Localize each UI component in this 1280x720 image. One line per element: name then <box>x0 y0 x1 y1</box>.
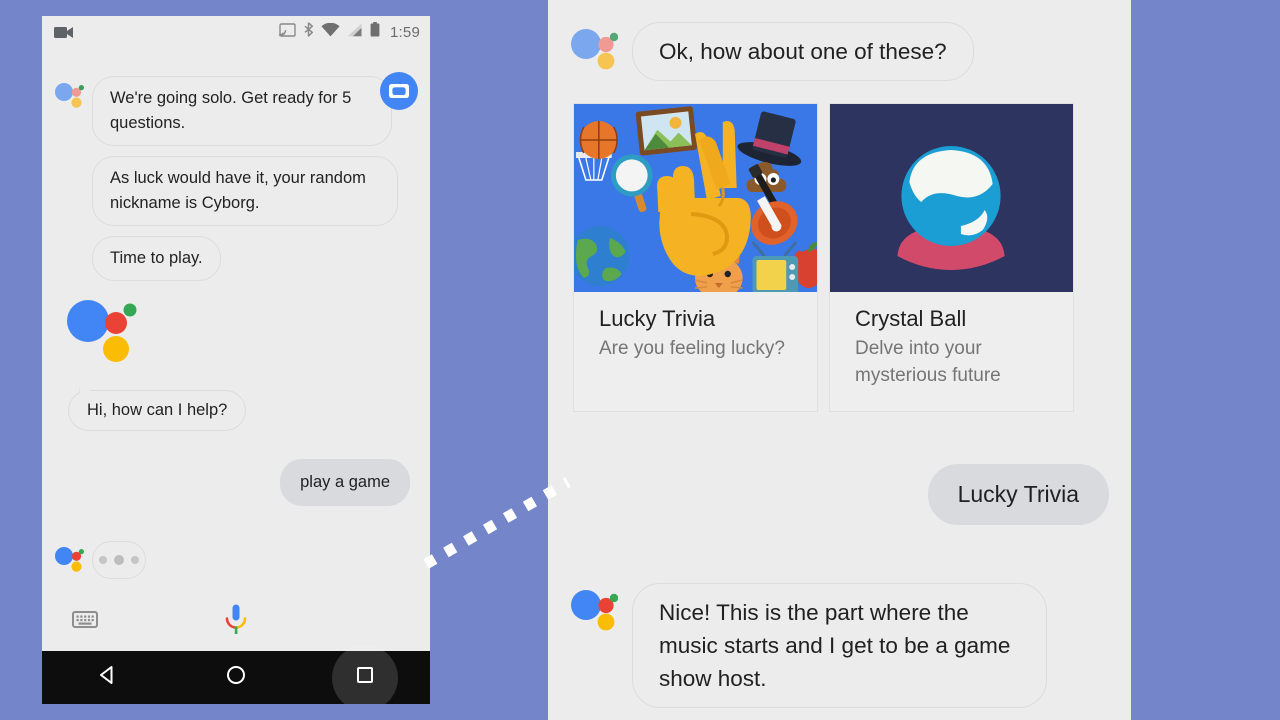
message-row: Ok, how about one of these? <box>548 22 1131 81</box>
message-row: Time to play. <box>54 236 418 281</box>
typing-dot <box>131 555 139 564</box>
android-nav-bar <box>42 651 430 704</box>
card-body: Crystal Ball Delve into your mysterious … <box>830 292 1073 411</box>
lucky-trivia-crossed-fingers-image <box>574 104 817 292</box>
dashed-connector <box>423 477 571 569</box>
recents-square-icon <box>354 664 376 691</box>
google-assistant-logo-icon <box>54 546 84 579</box>
assistant-bubble: As luck would have it, your random nickn… <box>92 156 398 226</box>
bluetooth-icon <box>303 22 314 42</box>
video-camera-icon <box>54 25 74 39</box>
status-bar-clock: 1:59 <box>390 23 420 41</box>
assistant-greeting-bubble: Hi, how can I help? <box>68 390 247 431</box>
card-body: Lucky Trivia Are you feeling lucky? <box>574 292 817 384</box>
microphone-icon[interactable] <box>223 603 249 642</box>
typing-indicator <box>92 540 146 579</box>
suggestion-cards: Lucky Trivia Are you feeling lucky? Crys… <box>548 81 1131 412</box>
google-assistant-logo-icon <box>570 589 619 639</box>
message-row: We're going solo. Get ready for 5 questi… <box>54 76 418 146</box>
zoomed-conversation-panel: Ok, how about one of these? Lucky Trivia… <box>548 0 1131 720</box>
game-show-host-avatar <box>380 72 418 110</box>
keyboard-icon[interactable] <box>72 610 98 634</box>
cellular-signal-icon <box>347 23 363 42</box>
back-triangle-icon <box>96 664 118 691</box>
user-bubble: Lucky Trivia <box>927 464 1109 525</box>
message-row: play a game <box>54 459 418 506</box>
assistant-message-group: We're going solo. Get ready for 5 questi… <box>54 48 418 281</box>
crystal-ball-image <box>830 104 1073 292</box>
card-crystal-ball[interactable]: Crystal Ball Delve into your mysterious … <box>829 103 1074 412</box>
assistant-bubble: Time to play. <box>92 236 221 281</box>
message-row: Nice! This is the part where the music s… <box>548 583 1131 708</box>
back-button[interactable] <box>72 651 142 704</box>
status-bar: 1:59 <box>42 16 430 48</box>
card-subtitle: Delve into your mysterious future <box>855 338 1001 386</box>
phone-input-bar <box>42 593 430 651</box>
card-lucky-trivia[interactable]: Lucky Trivia Are you feeling lucky? <box>573 103 818 412</box>
typing-indicator-row <box>54 540 418 579</box>
card-subtitle: Are you feeling lucky? <box>599 338 785 359</box>
assistant-bubble: Ok, how about one of these? <box>632 22 974 81</box>
home-button[interactable] <box>201 651 271 704</box>
assistant-bubble: Nice! This is the part where the music s… <box>632 583 1047 708</box>
phone-mockup: 1:59 We're going solo. Get ready for 5 q… <box>42 16 430 704</box>
assistant-bubble: We're going solo. Get ready for 5 questi… <box>92 76 392 146</box>
message-row: As luck would have it, your random nickn… <box>54 156 418 226</box>
phone-conversation: We're going solo. Get ready for 5 questi… <box>42 48 430 593</box>
typing-dot <box>114 554 124 565</box>
google-assistant-logo-large-icon <box>66 299 418 374</box>
user-bubble: play a game <box>280 459 410 506</box>
cast-icon <box>279 22 296 42</box>
card-title: Lucky Trivia <box>599 306 716 331</box>
message-row: Lucky Trivia <box>548 464 1131 525</box>
google-assistant-logo-icon <box>54 82 84 115</box>
google-assistant-logo-icon <box>570 28 619 78</box>
battery-icon <box>370 22 380 42</box>
wifi-icon <box>321 22 340 42</box>
card-title: Crystal Ball <box>855 306 967 331</box>
recents-button[interactable] <box>330 651 400 704</box>
typing-dot <box>99 555 107 564</box>
home-circle-icon <box>225 664 247 691</box>
